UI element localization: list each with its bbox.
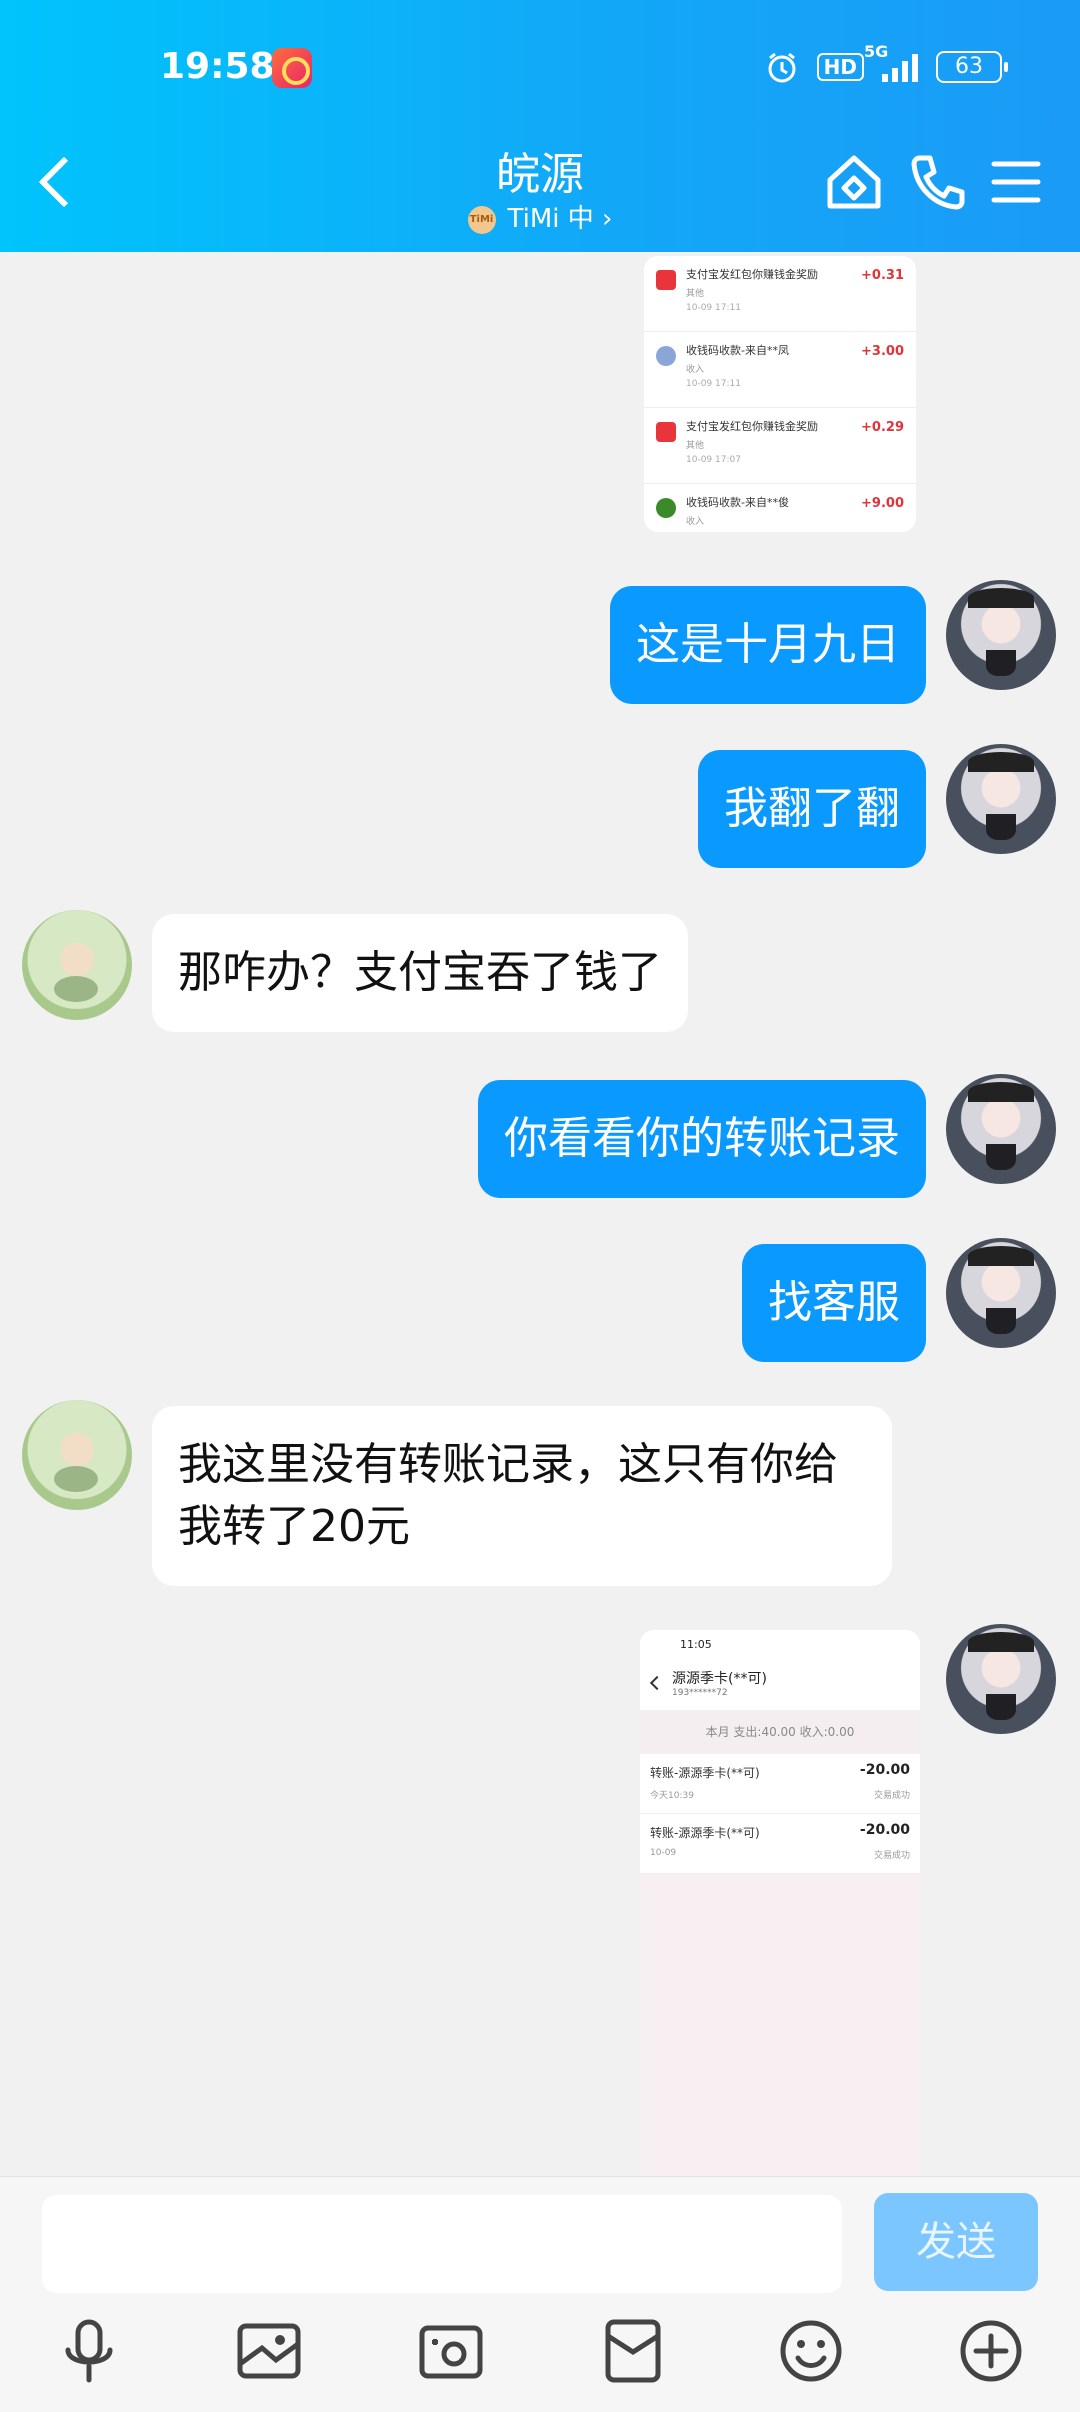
menu-icon[interactable] bbox=[984, 150, 1048, 214]
record-row: 收钱码收款-来自**凤 收入 10-09 17:11 +3.00 bbox=[644, 332, 916, 408]
hd-icon: HD bbox=[816, 53, 864, 81]
camera-icon[interactable] bbox=[414, 2314, 488, 2388]
red-packet-icon[interactable] bbox=[596, 2314, 670, 2388]
signal-icon: 5G bbox=[864, 42, 918, 82]
contact-avatar[interactable] bbox=[22, 910, 132, 1020]
my-message-bubble[interactable]: 我翻了翻 bbox=[698, 750, 926, 868]
image-message-transfers[interactable]: 11:05 源源季卡(**可) 193******72 本月 支出:40.00 … bbox=[640, 1630, 920, 2176]
my-avatar[interactable] bbox=[946, 744, 1056, 854]
alarm-icon bbox=[768, 52, 796, 83]
my-avatar[interactable] bbox=[946, 1074, 1056, 1184]
send-button[interactable]: 发送 bbox=[874, 2193, 1038, 2291]
my-avatar[interactable] bbox=[946, 1238, 1056, 1348]
microphone-icon[interactable] bbox=[52, 2314, 126, 2388]
screenshot-summary: 本月 支出:40.00 收入:0.00 bbox=[640, 1710, 920, 1754]
contact-message-bubble[interactable]: 我这里没有转账记录，这只有你给我转了20元 bbox=[152, 1406, 892, 1586]
my-avatar[interactable] bbox=[946, 580, 1056, 690]
contact-message-bubble[interactable]: 那咋办？支付宝吞了钱了 bbox=[152, 914, 688, 1032]
screenshot-status-bar: 11:05 bbox=[680, 1638, 712, 1651]
contact-avatar[interactable] bbox=[22, 1400, 132, 1510]
avatar-icon bbox=[656, 346, 676, 366]
message-input[interactable] bbox=[42, 2195, 842, 2293]
transfer-row: 转账-源源季卡(**可) 今天10:39 -20.00 交易成功 bbox=[640, 1754, 920, 1814]
chat-header: 19:58 HD 5G 63 皖源 TiMi TiMi 中 › bbox=[0, 0, 1080, 252]
screenshot-empty-area bbox=[640, 1874, 920, 2176]
record-row: 支付宝发红包你赚钱金奖励 其他 10-09 17:11 +0.31 bbox=[644, 256, 916, 332]
app-notification-icon bbox=[272, 48, 312, 88]
my-avatar[interactable] bbox=[946, 1624, 1056, 1734]
my-message-bubble[interactable]: 找客服 bbox=[742, 1244, 926, 1362]
timi-badge-icon: TiMi bbox=[467, 205, 496, 234]
transfer-row: 转账-源源季卡(**可) 10-09 -20.00 交易成功 bbox=[640, 1814, 920, 1874]
record-row: 支付宝发红包你赚钱金奖励 其他 10-09 17:07 +0.29 bbox=[644, 408, 916, 484]
red-packet-icon bbox=[656, 270, 676, 290]
screenshot-header: 源源季卡(**可) 193******72 bbox=[640, 1662, 920, 1710]
status-icons: HD 5G 63 bbox=[765, 42, 1008, 84]
my-message-bubble[interactable]: 这是十月九日 bbox=[610, 586, 926, 704]
avatar-icon bbox=[656, 498, 676, 518]
record-row: 收钱码收款-来自**俊 收入 +9.00 bbox=[644, 484, 916, 532]
plus-icon[interactable] bbox=[954, 2314, 1028, 2388]
image-message-records[interactable]: 支付宝发红包你赚钱金奖励 其他 10-09 17:11 +0.31 收钱码收款-… bbox=[644, 256, 916, 532]
my-message-bubble[interactable]: 你看看你的转账记录 bbox=[478, 1080, 926, 1198]
phone-call-icon[interactable] bbox=[906, 150, 970, 214]
screenshot-back-icon bbox=[649, 1675, 665, 1691]
home-icon[interactable] bbox=[822, 150, 886, 214]
image-icon[interactable] bbox=[232, 2314, 306, 2388]
chat-subtitle-text: TiMi 中 › bbox=[507, 204, 613, 234]
battery-icon: 63 bbox=[936, 51, 1008, 83]
input-area: 发送 bbox=[0, 2176, 1080, 2412]
status-time: 19:58 bbox=[160, 46, 275, 87]
red-packet-icon bbox=[656, 422, 676, 442]
emoji-icon[interactable] bbox=[774, 2314, 848, 2388]
